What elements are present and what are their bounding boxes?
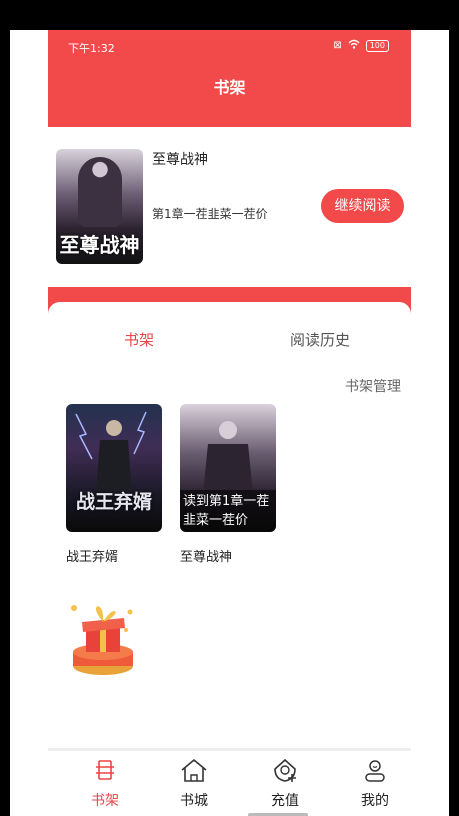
book-cover[interactable]: 读到第1章一茬韭菜一茬价 [180,404,276,532]
tabbar-item-bookstore[interactable]: 书城 [169,757,219,810]
bookshelf-icon [96,760,114,780]
shelf-panel: 书架 阅读历史 书架管理 战王弃婿 战王弃婿 读到第1章一茬韭菜一茬价 至尊战神 [48,302,411,816]
shelf-manage-button[interactable]: 书架管理 [345,376,401,396]
continue-reading-button[interactable]: 继续阅读 [321,189,404,223]
cover-figure [78,157,122,227]
status-time: 下午1:32 [68,42,115,55]
app-screen: 下午1:32 ⊠ 100 书架 至尊战神 至尊战神 第1章一茬韭菜一茬价 继续阅… [10,30,449,816]
tab-bookshelf[interactable]: 书架 [124,329,154,350]
book-title: 战王弃婿 [66,550,119,565]
home-icon [181,758,207,782]
bottom-tab-bar: 书架 书城 充值 我的 [48,748,411,816]
book-title: 至尊战神 [180,550,233,565]
book-cover-title: 战王弃婿 [75,491,152,513]
tabbar-item-bookshelf[interactable]: 书架 [80,757,130,810]
cover-title: 至尊战神 [59,233,140,257]
user-icon [365,760,385,782]
recent-book-cover[interactable]: 至尊战神 [56,149,143,264]
book-cover[interactable]: 战王弃婿 [66,404,162,532]
wifi-icon [348,39,360,52]
close-box-icon: ⊠ [333,40,342,51]
tabbar-label: 书城 [180,793,208,809]
page-title: 书架 [213,78,246,97]
status-icons: ⊠ 100 [333,39,389,52]
tabbar-label: 书架 [91,793,119,809]
recent-chapter: 第1章一茬韭菜一茬价 [152,207,268,221]
tabbar-item-mine[interactable]: 我的 [350,757,400,810]
book-item[interactable]: 读到第1章一茬韭菜一茬价 至尊战神 [180,404,276,565]
recent-reading: 至尊战神 至尊战神 第1章一茬韭菜一茬价 继续阅读 [48,127,411,287]
tabbar-label: 我的 [361,793,389,809]
gift-icon[interactable] [68,600,138,680]
reading-progress: 读到第1章一茬韭菜一茬价 [180,490,276,532]
recent-book-title[interactable]: 至尊战神 [152,149,208,169]
header: 下午1:32 ⊠ 100 书架 [48,30,411,127]
tabbar-label: 充值 [271,793,299,809]
recharge-icon [274,758,296,782]
tab-reading-history[interactable]: 阅读历史 [290,329,350,350]
battery-icon: 100 [365,39,389,52]
book-item[interactable]: 战王弃婿 战王弃婿 [66,404,162,565]
tabbar-item-recharge[interactable]: 充值 [260,757,310,810]
